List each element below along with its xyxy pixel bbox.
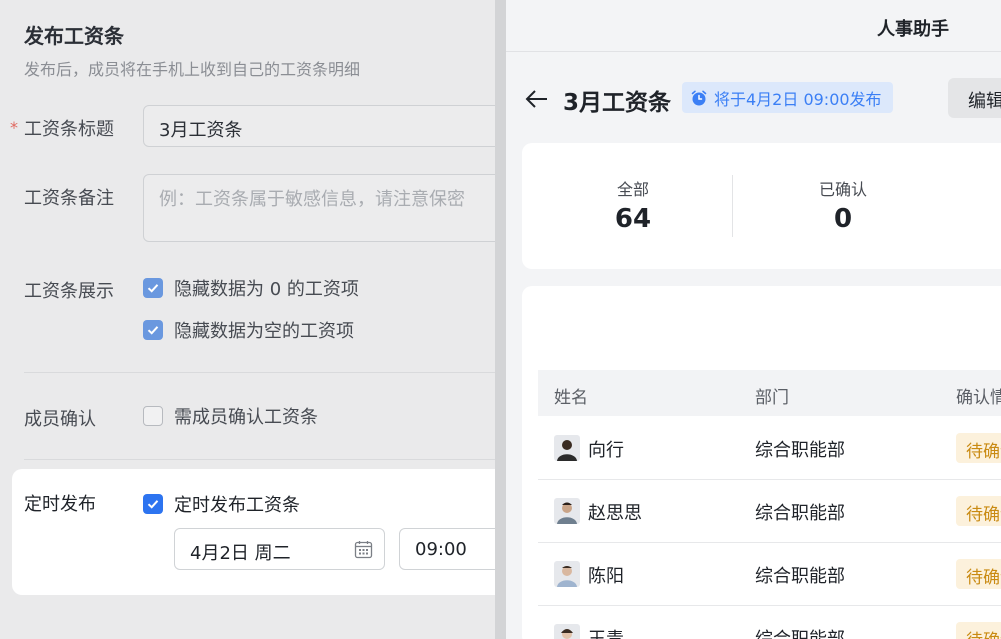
employee-dept: 综合职能部: [755, 625, 845, 639]
stat-total[interactable]: 全部 64: [563, 176, 703, 234]
form-title: 发布工资条: [24, 24, 124, 48]
status-badge: 待确认: [956, 433, 1001, 463]
table-row[interactable]: 向行 综合职能部 待确认: [538, 417, 1001, 480]
column-header-dept: 部门: [755, 388, 789, 408]
stat-value: 0: [833, 204, 853, 234]
status-badge: 待确认: [956, 496, 1001, 526]
display-label: 工资条展示: [24, 281, 114, 302]
schedule-option[interactable]: 定时发布工资条: [143, 491, 300, 517]
stat-label: 全部: [616, 180, 649, 199]
schedule-label: 定时发布: [24, 494, 96, 515]
mobile-preview: 人事助手 3月工资条 将于4月2日 09:00发布 编辑 全部 64 已确认 0…: [506, 0, 1001, 639]
avatar: [554, 624, 580, 639]
column-header-status: 确认情况: [956, 388, 1001, 408]
page-title: 3月工资条: [563, 90, 672, 116]
schedule-section: 定时发布 定时发布工资条 4月2日 周二 09:00: [12, 469, 519, 595]
table-header: 姓名 部门 确认情况: [538, 370, 1001, 416]
slip-title-label: 工资条标题: [24, 119, 114, 140]
table-row[interactable]: 陈阳 综合职能部 待确认: [538, 543, 1001, 606]
back-arrow-icon[interactable]: [524, 86, 550, 112]
employee-dept: 综合职能部: [755, 566, 845, 587]
stat-label: 已确认: [818, 180, 867, 199]
date-value: 4月2日 周二: [190, 543, 291, 564]
stat-confirmed[interactable]: 已确认 0: [773, 176, 913, 234]
divider: [24, 372, 495, 373]
employee-name: 向行: [588, 440, 624, 461]
avatar: [554, 561, 580, 587]
employee-dept: 综合职能部: [755, 503, 845, 524]
hide-zero-label: 隐藏数据为 0 的工资项: [174, 279, 359, 300]
employee-dept: 综合职能部: [755, 440, 845, 461]
employee-name: 王青: [588, 625, 624, 639]
column-header-name: 姓名: [554, 388, 588, 408]
employee-name: 赵思思: [588, 503, 642, 524]
time-value: 09:00: [415, 539, 467, 560]
status-badge: 待确认: [956, 622, 1001, 639]
status-badge: 待确认: [956, 559, 1001, 589]
calendar-icon[interactable]: [354, 540, 373, 559]
checkbox-checked-icon[interactable]: [143, 494, 163, 514]
slip-title-input[interactable]: 3月工资条: [143, 105, 503, 147]
checkbox-checked-icon[interactable]: [143, 278, 163, 298]
stat-divider: [732, 175, 733, 237]
alarm-clock-icon: [691, 90, 707, 105]
hide-empty-option[interactable]: 隐藏数据为空的工资项: [143, 319, 354, 342]
avatar: [554, 435, 580, 461]
remark-textarea[interactable]: 例：工资条属于敏感信息，请注意保密: [143, 174, 503, 242]
hide-zero-option[interactable]: 隐藏数据为 0 的工资项: [143, 277, 359, 300]
schedule-badge-text: 将于4月2日 09:00发布: [714, 89, 882, 109]
confirm-option-label: 需成员确认工资条: [174, 407, 318, 428]
schedule-badge: 将于4月2日 09:00发布: [682, 82, 893, 113]
stat-value: 64: [614, 204, 652, 234]
table-row[interactable]: 王青 综合职能部 待确认: [538, 606, 1001, 639]
stats-card: 全部 64 已确认 0: [522, 143, 1001, 269]
checkbox-checked-icon[interactable]: [143, 320, 163, 340]
hide-empty-label: 隐藏数据为空的工资项: [174, 321, 354, 342]
app-header: 人事助手: [506, 0, 1001, 52]
edit-button[interactable]: 编辑: [948, 78, 1001, 118]
date-picker[interactable]: 4月2日 周二: [174, 528, 385, 570]
avatar: [554, 498, 580, 524]
table-row[interactable]: 赵思思 综合职能部 待确认: [538, 480, 1001, 543]
remark-label: 工资条备注: [24, 188, 114, 209]
required-mark: *: [10, 118, 18, 137]
divider: [24, 459, 495, 460]
panel-divider: [495, 0, 506, 639]
employee-name: 陈阳: [588, 566, 624, 587]
confirm-label: 成员确认: [24, 409, 96, 430]
app-title: 人事助手: [877, 19, 949, 40]
confirm-option[interactable]: 需成员确认工资条: [143, 405, 318, 428]
form-subtitle: 发布后，成员将在手机上收到自己的工资条明细: [24, 60, 361, 79]
employee-list-card: 姓名 部门 确认情况 向行 综合职能部 待确认 赵思思 综合职能部 待确认 陈阳: [522, 286, 1001, 639]
schedule-option-label: 定时发布工资条: [174, 495, 300, 516]
checkbox-unchecked-icon[interactable]: [143, 406, 163, 426]
